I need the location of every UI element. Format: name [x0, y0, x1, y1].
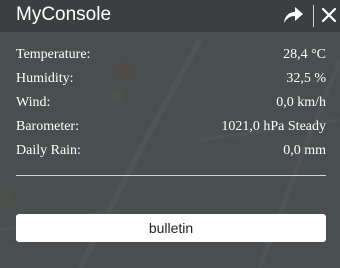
temperature-value: 28,4 °C [283, 47, 326, 62]
barometer-label: Barometer: [16, 119, 79, 134]
reading-row-humidity: Humidity: 32,5 % [16, 71, 326, 95]
wind-value: 0,0 km/h [276, 95, 326, 110]
close-x-icon[interactable] [320, 6, 338, 24]
reading-row-daily-rain: Daily Rain: 0,0 mm [16, 143, 326, 167]
barometer-value: 1021,0 hPa Steady [221, 119, 326, 134]
reading-row-barometer: Barometer: 1021,0 hPa Steady [16, 119, 326, 143]
daily-rain-value: 0,0 mm [283, 143, 326, 158]
app-title: MyConsole [16, 4, 112, 25]
reading-row-temperature: Temperature: 28,4 °C [16, 47, 326, 71]
temperature-label: Temperature: [16, 47, 91, 62]
daily-rain-label: Daily Rain: [16, 143, 81, 158]
console-header: MyConsole [0, 0, 340, 32]
header-divider [313, 5, 314, 27]
humidity-label: Humidity: [16, 71, 74, 86]
humidity-value: 32,5 % [286, 71, 326, 86]
console-panel: MyConsole Temperature: 28,4 °C Humidity:… [0, 0, 340, 268]
section-divider [16, 175, 326, 176]
readings-list: Temperature: 28,4 °C Humidity: 32,5 % Wi… [16, 47, 326, 167]
reading-row-wind: Wind: 0,0 km/h [16, 95, 326, 119]
share-arrow-icon[interactable] [282, 5, 304, 25]
wind-label: Wind: [16, 95, 51, 110]
bulletin-button[interactable]: bulletin [16, 214, 326, 242]
